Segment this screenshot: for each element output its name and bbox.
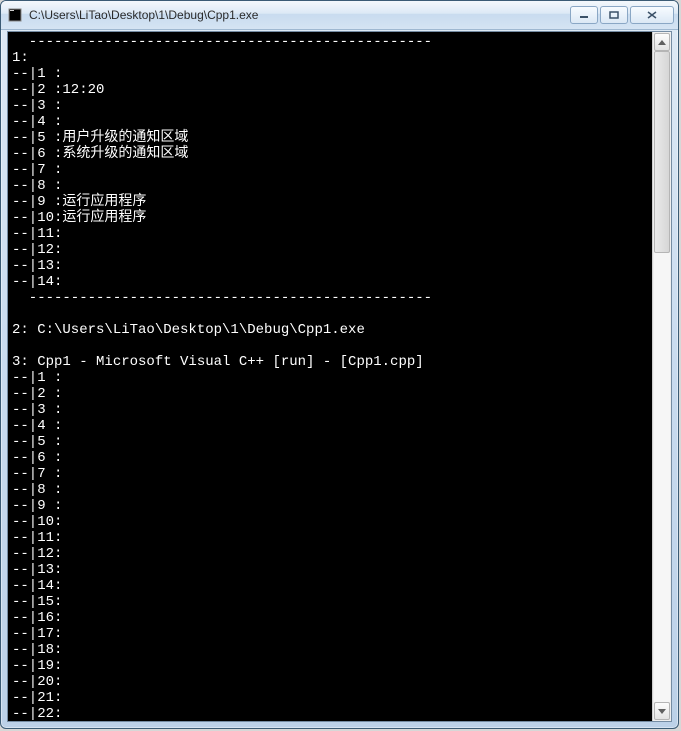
close-button[interactable] bbox=[630, 6, 674, 24]
vertical-scrollbar[interactable] bbox=[652, 32, 671, 721]
client-area: ----------------------------------------… bbox=[7, 31, 672, 722]
minimize-button[interactable] bbox=[570, 6, 598, 24]
titlebar[interactable]: C:\Users\LiTao\Desktop\1\Debug\Cpp1.exe bbox=[1, 1, 678, 30]
app-window: C:\Users\LiTao\Desktop\1\Debug\Cpp1.exe … bbox=[0, 0, 679, 729]
window-buttons bbox=[570, 6, 674, 24]
scroll-up-button[interactable] bbox=[654, 33, 670, 51]
maximize-button[interactable] bbox=[600, 6, 628, 24]
app-icon bbox=[7, 7, 23, 23]
scroll-down-button[interactable] bbox=[654, 702, 670, 720]
console-output: ----------------------------------------… bbox=[8, 32, 651, 721]
window-title: C:\Users\LiTao\Desktop\1\Debug\Cpp1.exe bbox=[29, 8, 570, 22]
scroll-thumb[interactable] bbox=[654, 51, 670, 253]
